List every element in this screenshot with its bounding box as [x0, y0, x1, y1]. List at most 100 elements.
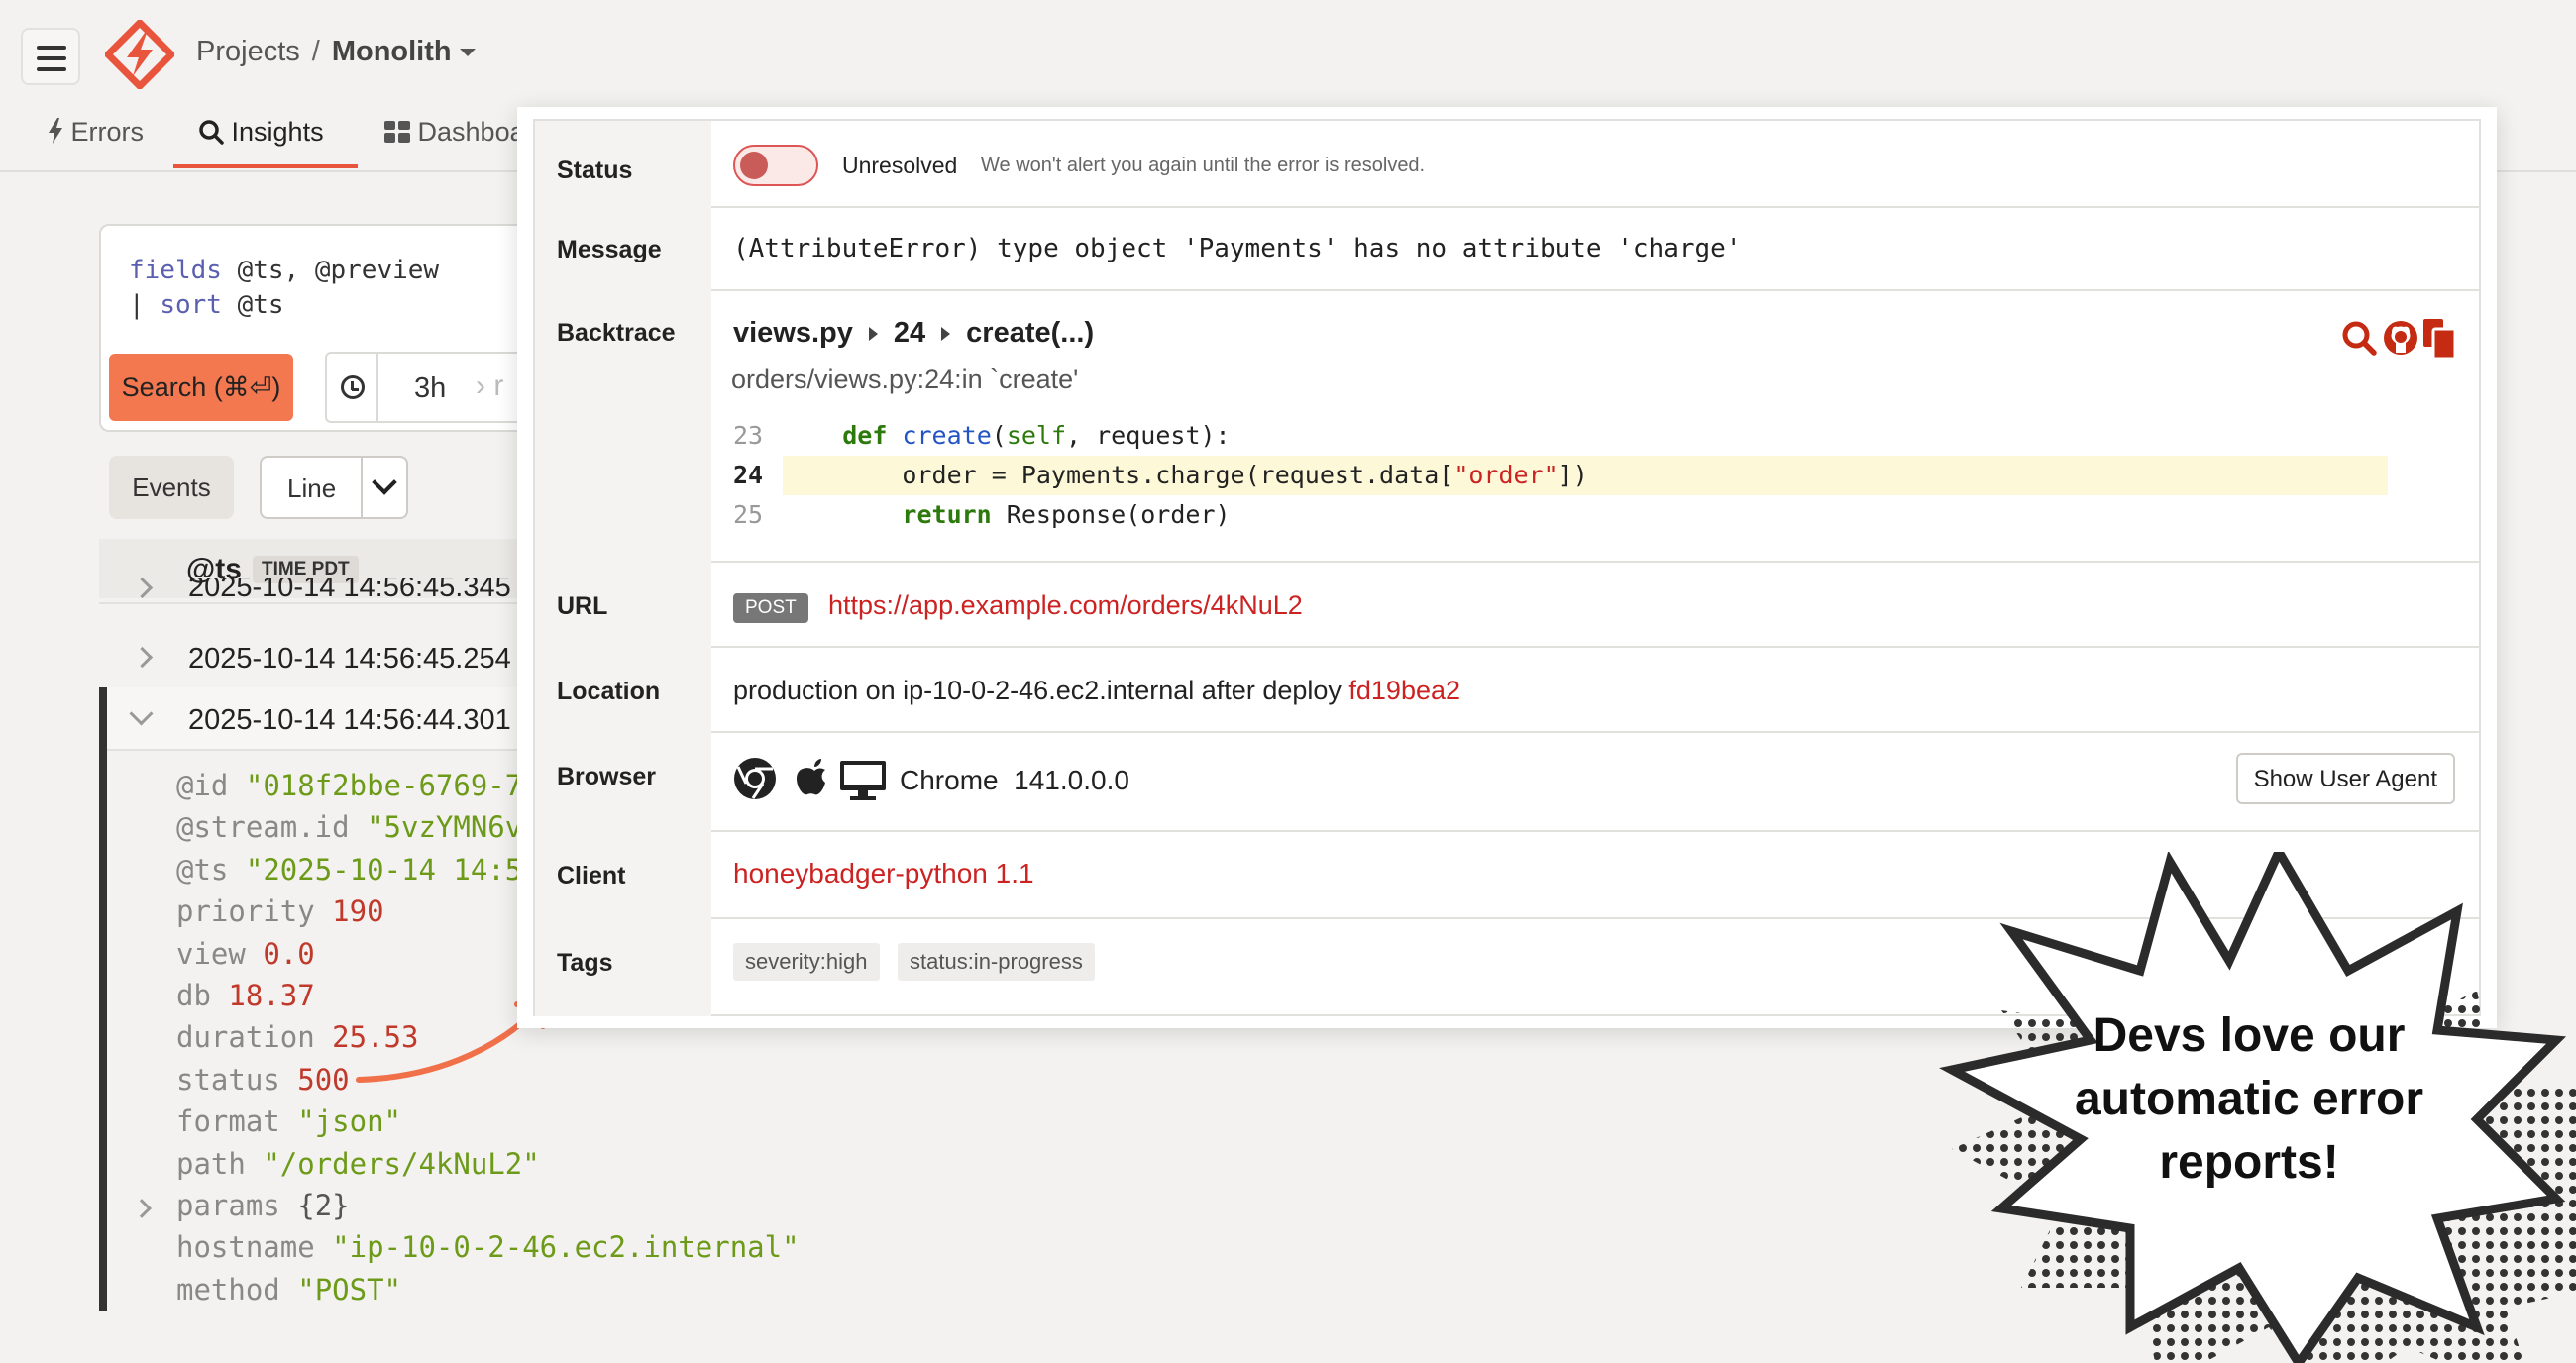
deploy-link[interactable]: fd19bea2 [1348, 676, 1460, 705]
honeybadger-logo[interactable] [105, 20, 174, 89]
status-text: Unresolved [842, 153, 958, 178]
location-row: Location production on ip-10-0-2-46.ec2.… [535, 646, 2479, 733]
field-key: hostname [176, 1230, 315, 1265]
field-value: "5vzYMN6v [367, 810, 523, 845]
code-line-highlighted: 24 order = Payments.charge(request.data[… [733, 456, 2388, 495]
tab-dashboards[interactable]: Dashboa [384, 117, 525, 148]
events-toggle[interactable]: Events [109, 456, 234, 519]
field-label: Backtrace [535, 289, 711, 561]
code-line: 25 return Response(order) [733, 500, 1231, 529]
event-field[interactable]: hostname "ip-10-0-2-46.ec2.internal" [176, 1226, 800, 1268]
error-message: (AttributeError) type object 'Payments' … [733, 234, 1742, 263]
backtrace-frame[interactable]: views.py 24 create(...) [733, 317, 1094, 350]
browser-icons [734, 758, 886, 800]
field-key: view [176, 936, 246, 971]
query-keyword: sort [160, 290, 222, 320]
chart-type-value: Line [287, 473, 337, 503]
event-field[interactable]: method "POST" [176, 1269, 800, 1311]
request-url-link[interactable]: https://app.example.com/orders/4kNuL2 [828, 590, 1303, 621]
query-keyword: fields [129, 256, 222, 285]
github-icon[interactable] [2384, 321, 2417, 355]
frame-line: 24 [893, 317, 926, 349]
breadcrumb-projects[interactable]: Projects [196, 36, 300, 67]
field-value: "2025-10-14 14:5 [245, 852, 523, 887]
toggle-knob [740, 152, 768, 179]
code-line: 23 def create(self, request): [733, 421, 1231, 450]
tag[interactable]: status:in-progress [898, 943, 1095, 981]
field-label: Location [535, 646, 711, 731]
url-row: URL POST https://app.example.com/orders/… [535, 561, 2479, 648]
project-switcher[interactable]: Monolith [332, 36, 452, 67]
backtrace-actions [2342, 319, 2457, 361]
field-label: Tags [535, 917, 711, 1016]
time-range-value[interactable]: 3h [414, 372, 446, 405]
location-text: production on ip-10-0-2-46.ec2.internal … [733, 676, 1461, 705]
field-key: path [176, 1146, 246, 1181]
event-field[interactable]: params {2} [176, 1185, 800, 1226]
tag[interactable]: severity:high [733, 943, 880, 981]
field-key: @id [176, 769, 229, 802]
row-timestamp: 2025-10-14 14:56:45.254 [188, 643, 511, 675]
apple-icon [797, 759, 825, 795]
chevron-right-icon[interactable] [131, 578, 154, 599]
table-row[interactable]: 2025-10-14 14:56:45.345 [99, 578, 555, 604]
message-row: Message (AttributeError) type object 'Pa… [535, 206, 2479, 291]
chart-type-select[interactable]: Line [260, 456, 408, 519]
caret-down-icon[interactable] [459, 49, 476, 57]
field-key: method [176, 1272, 280, 1307]
time-range-next[interactable]: › r [476, 369, 503, 403]
field-value: "ip-10-0-2-46.ec2.internal" [332, 1230, 800, 1265]
divider [361, 458, 363, 517]
chevron-right-icon[interactable] [131, 646, 154, 669]
query-text[interactable]: fields @ts, @preview | sort @ts [129, 254, 439, 323]
copy-icon[interactable] [2423, 319, 2457, 361]
table-row[interactable]: 2025-10-14 14:56:45.254 [99, 626, 555, 689]
field-value: {2} [297, 1189, 350, 1223]
breadcrumb-separator: / [311, 36, 320, 67]
row-timestamp: 2025-10-14 14:56:45.345 [188, 578, 511, 603]
field-key: params [176, 1189, 280, 1223]
resolve-toggle[interactable] [733, 145, 818, 186]
field-label: Status [535, 121, 711, 206]
field-key: duration [176, 1020, 315, 1055]
divider [376, 354, 378, 421]
show-user-agent-button[interactable]: Show User Agent [2235, 753, 2455, 804]
search-icon[interactable] [2342, 321, 2377, 356]
tab-errors[interactable]: Errors [48, 117, 144, 148]
active-tab-indicator [173, 164, 358, 168]
search-button[interactable]: Search (⌘⏎) [109, 354, 293, 421]
http-method-badge: POST [733, 593, 808, 623]
event-field[interactable]: path "/orders/4kNuL2" [176, 1143, 800, 1185]
row-timestamp: 2025-10-14 14:56:44.301 [188, 704, 511, 736]
backtrace-row: Backtrace views.py 24 create(...) orders/v… [535, 289, 2479, 563]
caret-right-icon [941, 327, 951, 342]
bolt-icon [49, 118, 62, 144]
desktop-icon [840, 761, 886, 800]
field-key: db [176, 979, 211, 1013]
breadcrumb: Projects / Monolith [196, 36, 476, 68]
dashboard-icon [384, 121, 410, 143]
menu-button[interactable] [21, 28, 80, 85]
expanded-indicator [99, 687, 107, 1311]
field-label: Client [535, 830, 711, 917]
tab-insights[interactable]: Insights [198, 117, 324, 148]
client-link[interactable]: honeybadger-python 1.1 [733, 858, 1034, 890]
field-value: 18.37 [228, 979, 315, 1013]
chevron-right-icon[interactable] [132, 1199, 152, 1218]
query-sort-field: @ts [221, 290, 284, 320]
field-label: Browser [535, 731, 711, 830]
table-row-expanded[interactable]: 2025-10-14 14:56:44.301 [99, 687, 555, 751]
callout-line: Devs love our [2093, 1009, 2406, 1062]
field-value: "json" [297, 1104, 401, 1139]
field-value: 0.0 [263, 936, 315, 971]
field-value: 190 [332, 894, 384, 929]
browser-row: Browser Chrome 141.0.0.0 Show User Agent [535, 731, 2479, 832]
field-value: "POST" [297, 1272, 401, 1307]
chevron-down-icon[interactable] [372, 470, 397, 495]
chevron-down-icon[interactable] [129, 701, 154, 726]
status-help-text: We won't alert you again until the error… [981, 155, 1426, 176]
chrome-icon [734, 758, 776, 799]
callout-line: automatic error [2074, 1073, 2424, 1125]
field-key: @ts [176, 852, 229, 887]
event-field[interactable]: format "json" [176, 1101, 800, 1142]
